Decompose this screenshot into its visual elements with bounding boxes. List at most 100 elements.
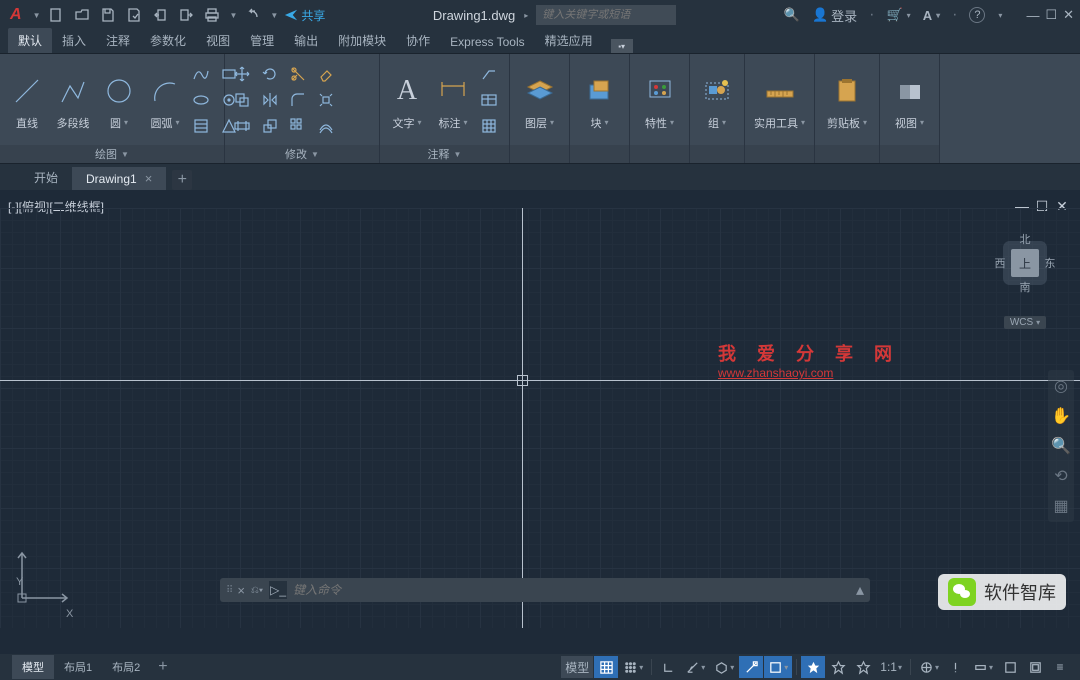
rotate-icon[interactable]: [259, 63, 281, 85]
panel-utilities[interactable]: 实用工具▾: [745, 54, 815, 163]
cmd-expand-icon[interactable]: ▴: [856, 580, 864, 600]
panel-layer[interactable]: 图层▾: [510, 54, 570, 163]
status-isodraft-icon[interactable]: ▾: [710, 656, 738, 678]
viewcube-top-face[interactable]: 上: [1011, 249, 1039, 277]
viewcube-west[interactable]: 西: [995, 255, 1006, 271]
ribbon-tab-parametric[interactable]: 参数化: [140, 28, 196, 53]
maximize-button[interactable]: ☐: [1045, 7, 1057, 23]
ellipse-icon[interactable]: [190, 89, 212, 111]
print-arrow[interactable]: ▼: [229, 11, 237, 20]
leader-icon[interactable]: [478, 63, 500, 85]
panel-clipboard[interactable]: 剪贴板▾: [815, 54, 880, 163]
drawing-area[interactable]: [-][俯视][二维线框] — ☐ ✕ 我 爱 分 享 网 www.zhansh…: [0, 190, 1080, 628]
arc-button[interactable]: 圆弧▾: [144, 67, 186, 133]
ribbon-tab-view[interactable]: 视图: [196, 28, 240, 53]
array-icon[interactable]: [287, 115, 309, 137]
viewcube-north[interactable]: 北: [1020, 231, 1031, 247]
status-workspace-icon[interactable]: ▾: [915, 656, 943, 678]
fillet-icon[interactable]: [287, 89, 309, 111]
trim-icon[interactable]: [287, 63, 309, 85]
text-button[interactable]: A文字▾: [386, 67, 428, 133]
status-annoscale-icon[interactable]: [801, 656, 825, 678]
viewcube[interactable]: 北 西 上 东 南 WCS▾: [990, 230, 1060, 329]
new-icon[interactable]: [46, 5, 66, 25]
close-tab-icon[interactable]: ×: [145, 171, 153, 186]
command-line[interactable]: ⠿ × ⎌▾ ▷_ ▴: [220, 578, 870, 602]
stretch-icon[interactable]: [231, 115, 253, 137]
web-save-icon[interactable]: [176, 5, 196, 25]
minimize-button[interactable]: —: [1026, 7, 1039, 23]
save-icon[interactable]: [98, 5, 118, 25]
status-customize-icon[interactable]: ≡: [1048, 656, 1072, 678]
ribbon-tab-default[interactable]: 默认: [8, 28, 52, 53]
hatch-icon[interactable]: [190, 115, 212, 137]
panel-group[interactable]: 组▾: [690, 54, 745, 163]
help-icon[interactable]: ?: [969, 7, 985, 23]
status-snap-icon[interactable]: ▾: [619, 656, 647, 678]
line-button[interactable]: 直线: [6, 67, 48, 133]
status-otrack-icon[interactable]: [739, 656, 763, 678]
share-button[interactable]: 共享: [284, 7, 325, 24]
doc-arrow[interactable]: ▸: [524, 11, 528, 20]
panel-properties[interactable]: 特性▾: [630, 54, 690, 163]
print-icon[interactable]: [202, 5, 222, 25]
viewcube-east[interactable]: 东: [1045, 255, 1056, 271]
layout-add-button[interactable]: +: [150, 658, 175, 676]
ribbon-tab-annotate[interactable]: 注释: [96, 28, 140, 53]
spline-icon[interactable]: [190, 63, 212, 85]
cart-icon[interactable]: 🛒▾: [886, 7, 910, 23]
panel-draw-title[interactable]: 绘图▼: [0, 145, 224, 163]
status-grid-icon[interactable]: [594, 656, 618, 678]
status-quickprops-icon[interactable]: [998, 656, 1022, 678]
cmd-close-icon[interactable]: ×: [237, 583, 245, 598]
search-icon[interactable]: 🔍: [784, 7, 800, 23]
status-annoauto-icon[interactable]: [851, 656, 875, 678]
viewcube-south[interactable]: 南: [1020, 279, 1031, 295]
copy-icon[interactable]: [231, 89, 253, 111]
add-tab-button[interactable]: +: [172, 170, 192, 190]
mirror-icon[interactable]: [259, 89, 281, 111]
web-open-icon[interactable]: [150, 5, 170, 25]
ribbon-tab-addins[interactable]: 附加模块: [328, 28, 396, 53]
status-polar-icon[interactable]: ▾: [681, 656, 709, 678]
table-icon[interactable]: [478, 89, 500, 111]
open-icon[interactable]: [72, 5, 92, 25]
wcs-badge[interactable]: WCS▾: [1004, 316, 1046, 329]
ribbon-tab-manage[interactable]: 管理: [240, 28, 284, 53]
status-model-button[interactable]: 模型: [561, 656, 593, 678]
layout-tab-layout2[interactable]: 布局2: [102, 655, 150, 679]
close-button[interactable]: ✕: [1063, 7, 1074, 23]
nav-zoom-icon[interactable]: 🔍: [1051, 436, 1071, 456]
status-scale-button[interactable]: 1:1▾: [876, 656, 906, 678]
search-box[interactable]: [536, 5, 676, 25]
nav-pan-icon[interactable]: ✋: [1051, 406, 1071, 426]
command-input[interactable]: [293, 583, 850, 597]
offset-icon[interactable]: [315, 115, 337, 137]
scale-icon[interactable]: [259, 115, 281, 137]
cmd-recent-icon[interactable]: ⎌▾: [251, 585, 263, 596]
panel-view[interactable]: 视图▾: [880, 54, 940, 163]
status-ortho-icon[interactable]: [656, 656, 680, 678]
erase-icon[interactable]: [315, 63, 337, 85]
nav-showmotion-icon[interactable]: ▦: [1051, 496, 1071, 516]
ribbon-tab-output[interactable]: 输出: [284, 28, 328, 53]
undo-arrow[interactable]: ▼: [270, 11, 278, 20]
ribbon-overflow[interactable]: ▪▾: [611, 39, 633, 53]
ribbon-tab-collaborate[interactable]: 协作: [396, 28, 440, 53]
ribbon-tab-insert[interactable]: 插入: [52, 28, 96, 53]
field-icon[interactable]: [478, 115, 500, 137]
app-menu-arrow[interactable]: ▼: [33, 11, 41, 20]
undo-icon[interactable]: [243, 5, 263, 25]
nav-orbit-icon[interactable]: ⟲: [1051, 466, 1071, 486]
saveas-icon[interactable]: [124, 5, 144, 25]
layout-tab-layout1[interactable]: 布局1: [54, 655, 102, 679]
explode-icon[interactable]: [315, 89, 337, 111]
status-units-icon[interactable]: ▾: [969, 656, 997, 678]
polyline-button[interactable]: 多段线: [52, 67, 94, 133]
status-annotation-monitor-icon[interactable]: [944, 656, 968, 678]
file-tab-start[interactable]: 开始: [20, 165, 72, 190]
ribbon-tab-express[interactable]: Express Tools: [440, 31, 534, 53]
file-tab-drawing1[interactable]: Drawing1×: [72, 167, 166, 190]
ribbon-tab-featured[interactable]: 精选应用: [535, 28, 603, 53]
dimension-button[interactable]: 标注▾: [432, 67, 474, 133]
